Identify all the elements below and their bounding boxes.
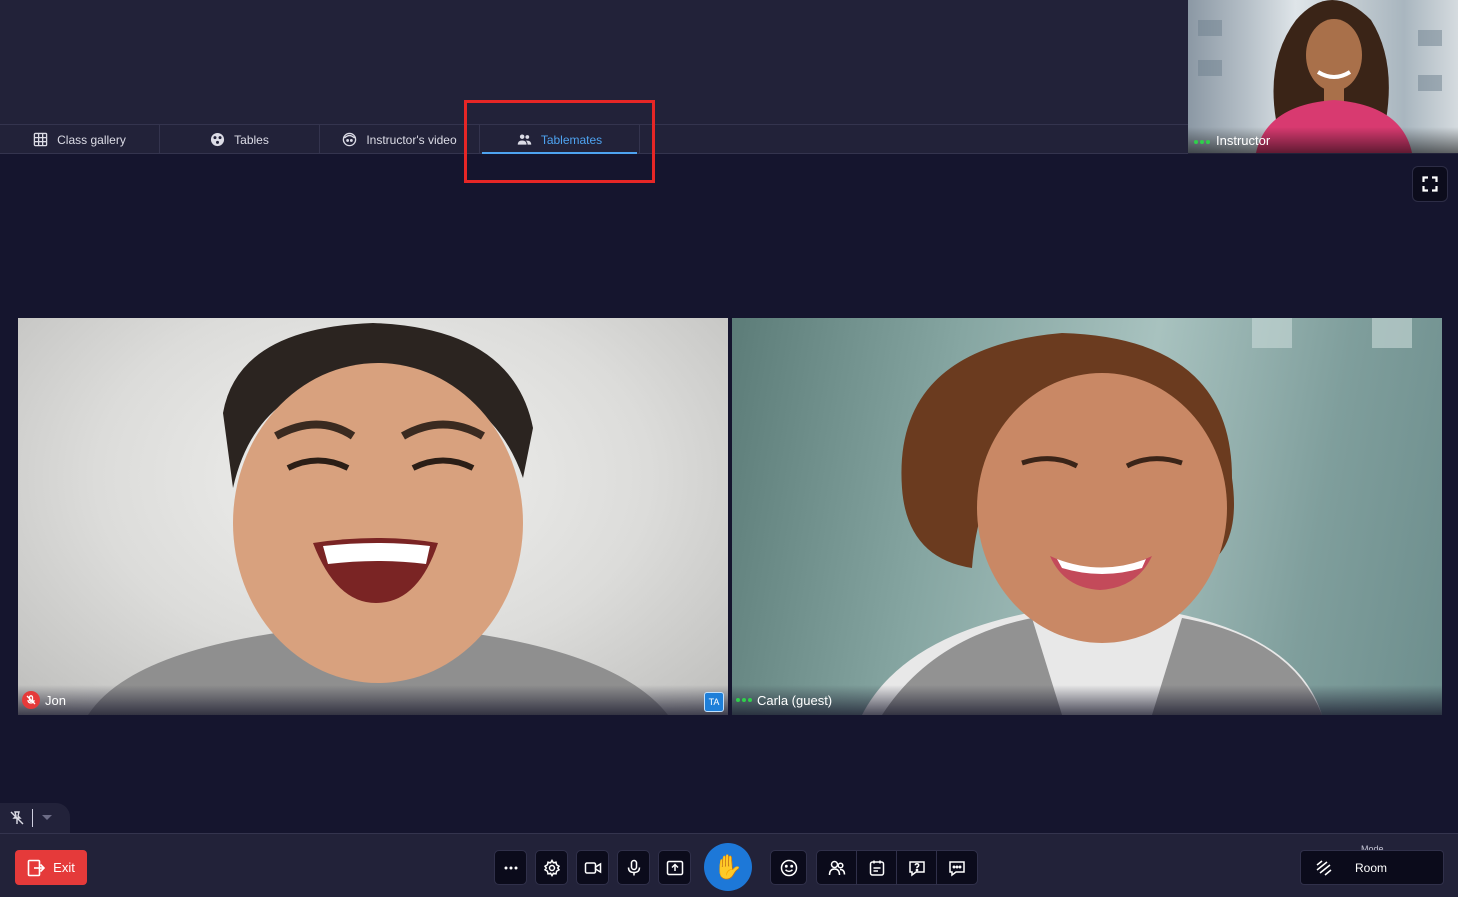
background-window <box>1198 60 1222 76</box>
instructor-video-thumbnail[interactable]: Instructor <box>1188 0 1458 153</box>
tab-label: Instructor's video <box>366 132 457 147</box>
ta-badge: TA <box>704 692 724 712</box>
share-screen-icon <box>666 860 683 875</box>
muted-mic-icon <box>22 691 40 709</box>
instructor-name: Instructor <box>1216 133 1271 148</box>
tables-icon <box>211 132 225 147</box>
grid-icon <box>33 132 48 147</box>
tab-label: Tables <box>234 132 269 147</box>
raised-hand-icon: ✋ <box>713 853 743 881</box>
participant-name-bar: Carla (guest) <box>732 685 1442 715</box>
fullscreen-icon <box>1422 176 1438 192</box>
audio-level-icon <box>736 698 752 702</box>
participant-video-carla <box>862 318 1412 715</box>
exit-icon <box>27 859 46 876</box>
caret-down-icon[interactable] <box>41 814 53 822</box>
chat-bubble-icon <box>949 860 965 876</box>
participant-video-jon <box>88 323 668 715</box>
tab-label: Tablemates <box>540 132 603 147</box>
microphone-button[interactable] <box>617 850 650 885</box>
people-icon <box>517 134 532 145</box>
pin-toggle[interactable] <box>0 803 70 833</box>
raise-hand-button[interactable]: ✋ <box>704 843 752 891</box>
tab-label: Class gallery <box>57 132 126 147</box>
fullscreen-button[interactable] <box>1412 166 1448 202</box>
participant-name: Carla (guest) <box>757 692 833 708</box>
tab-tables[interactable]: Tables <box>160 125 320 154</box>
notes-button[interactable] <box>857 851 897 884</box>
share-screen-button[interactable] <box>658 850 691 885</box>
exit-button[interactable]: Exit <box>15 850 87 885</box>
exit-label: Exit <box>53 860 75 875</box>
smiley-icon <box>780 859 797 876</box>
bottom-toolbar: Exit ✋ Mode Room <box>0 833 1458 897</box>
settings-button[interactable] <box>535 850 568 885</box>
view-tabs: Class gallery Tables Instructor's video … <box>0 124 1188 154</box>
tab-instructors-video[interactable]: Instructor's video <box>320 125 480 154</box>
more-icon <box>504 866 517 869</box>
mode-selector[interactable]: Room <box>1300 850 1444 885</box>
questions-button[interactable] <box>897 851 937 884</box>
tab-class-gallery[interactable]: Class gallery <box>0 125 160 154</box>
video-camera-icon <box>584 861 601 874</box>
tab-tablemates[interactable]: Tablemates <box>480 125 640 154</box>
participants-icon <box>828 860 845 875</box>
participant-name: Jon <box>45 692 66 708</box>
participant-name-bar: Jon <box>18 685 728 715</box>
gear-icon <box>543 858 560 877</box>
audio-level-icon <box>1194 140 1210 144</box>
mode-value: Room <box>1355 860 1388 875</box>
participants-button[interactable] <box>817 851 857 884</box>
instructor-face-icon <box>343 132 357 147</box>
divider <box>32 809 33 827</box>
reactions-button[interactable] <box>770 850 807 885</box>
room-mode-icon <box>1316 859 1332 876</box>
question-bubble-icon <box>908 860 925 876</box>
camera-button[interactable] <box>576 850 609 885</box>
instructor-name-label: Instructor <box>1188 127 1458 153</box>
more-options-button[interactable] <box>494 850 527 885</box>
background-window <box>1198 20 1222 36</box>
participant-tile-carla[interactable]: Carla (guest) <box>732 318 1442 715</box>
chat-button[interactable] <box>937 851 977 884</box>
participant-tile-jon[interactable]: Jon TA <box>18 318 728 715</box>
unpin-icon <box>10 811 24 825</box>
microphone-icon <box>627 859 640 875</box>
notepad-icon <box>869 860 884 876</box>
room-tools-group <box>816 850 978 885</box>
